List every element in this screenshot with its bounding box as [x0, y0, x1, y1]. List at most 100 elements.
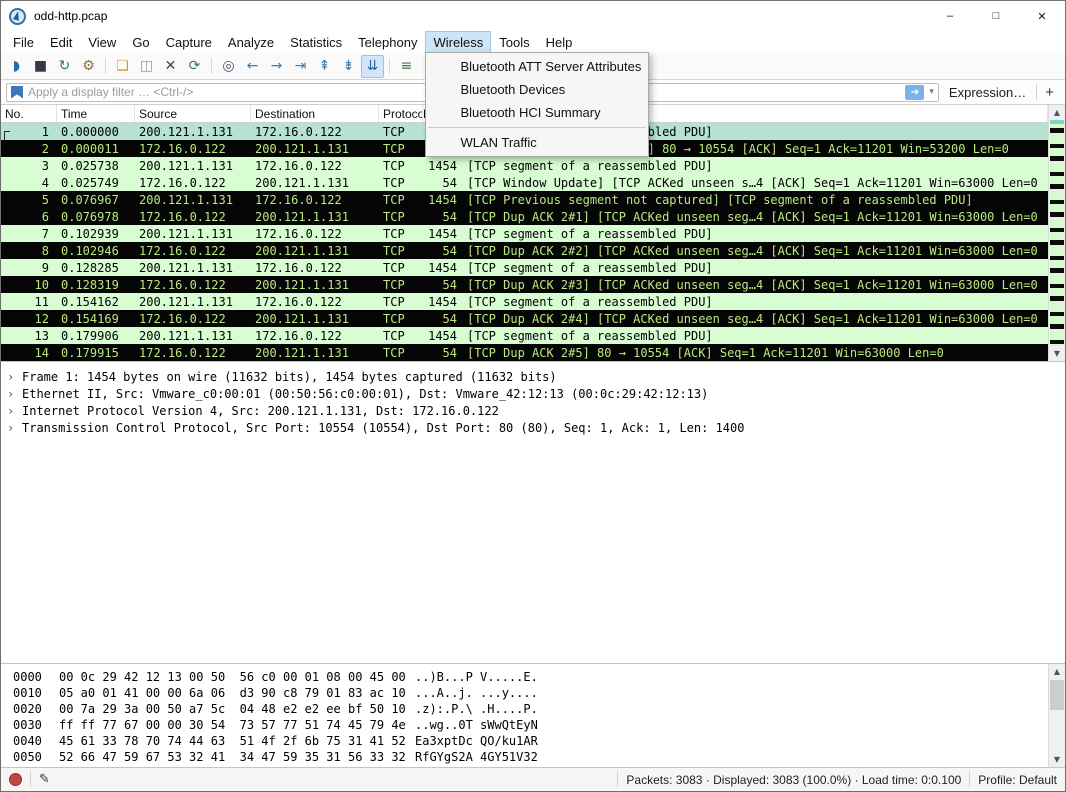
- packet-source: 200.121.1.131: [135, 261, 251, 275]
- hex-row[interactable]: 0000 00 0c 29 42 12 13 00 50 56 c0 00 01…: [1, 669, 1065, 685]
- packet-row[interactable]: 3 0.025738 200.121.1.131 172.16.0.122 TC…: [1, 157, 1048, 174]
- packet-row[interactable]: 13 0.179906 200.121.1.131 172.16.0.122 T…: [1, 327, 1048, 344]
- packet-no: 10: [1, 278, 57, 292]
- hex-ascii: RfGYgS2A 4GY51V32: [415, 750, 538, 764]
- packet-protocol: TCP: [379, 176, 423, 190]
- menu-edit[interactable]: Edit: [42, 31, 80, 53]
- open-file-icon[interactable]: ❏: [111, 55, 134, 78]
- packet-destination: 200.121.1.131: [251, 346, 379, 360]
- menu-wireless[interactable]: Wireless Bluetooth ATT Server Attributes…: [425, 31, 491, 53]
- column-header-destination[interactable]: Destination: [251, 105, 379, 122]
- start-capture-icon[interactable]: ◗: [5, 55, 28, 78]
- packet-row[interactable]: 10 0.128319 172.16.0.122 200.121.1.131 T…: [1, 276, 1048, 293]
- hex-scroll-up-icon[interactable]: ▲: [1049, 664, 1065, 679]
- reload-file-icon[interactable]: ⟳: [183, 55, 206, 78]
- hex-row[interactable]: 0050 52 66 47 59 67 53 32 41 34 47 59 35…: [1, 749, 1065, 765]
- hex-scroll-down-icon[interactable]: ▼: [1049, 752, 1065, 767]
- hex-row[interactable]: 0020 00 7a 29 3a 00 50 a7 5c 04 48 e2 e2…: [1, 701, 1065, 717]
- detail-row[interactable]: › Ethernet II, Src: Vmware_c0:00:01 (00:…: [1, 385, 1065, 402]
- capture-options-icon[interactable]: ⚙: [77, 55, 100, 78]
- auto-scroll-icon[interactable]: ⇊: [361, 55, 384, 78]
- packet-row[interactable]: 4 0.025749 172.16.0.122 200.121.1.131 TC…: [1, 174, 1048, 191]
- packet-no: 3: [1, 159, 57, 173]
- menu-go[interactable]: Go: [124, 31, 157, 53]
- packet-destination: 172.16.0.122: [251, 261, 379, 275]
- packet-length: 54: [423, 346, 463, 360]
- close-button[interactable]: ✕: [1019, 1, 1065, 31]
- packet-time: 0.025738: [57, 159, 135, 173]
- menu-tools[interactable]: Tools: [491, 31, 537, 53]
- intelligent-scrollbar-map[interactable]: [1050, 120, 1064, 346]
- filter-bookmark-icon[interactable]: [11, 86, 23, 99]
- detail-row[interactable]: › Internet Protocol Version 4, Src: 200.…: [1, 402, 1065, 419]
- go-first-packet-icon[interactable]: ⇞: [313, 55, 336, 78]
- packet-row[interactable]: 7 0.102939 200.121.1.131 172.16.0.122 TC…: [1, 225, 1048, 242]
- packet-destination: 172.16.0.122: [251, 159, 379, 173]
- hex-offset: 0050: [13, 750, 59, 764]
- go-last-packet-icon[interactable]: ⇟: [337, 55, 360, 78]
- colorize-packets-icon[interactable]: ≡: [395, 55, 418, 78]
- menu-item-bluetooth-att-server-attributes[interactable]: Bluetooth ATT Server Attributes: [426, 55, 648, 78]
- column-header-protocol[interactable]: Protocol: [379, 105, 423, 122]
- packet-row[interactable]: 9 0.128285 200.121.1.131 172.16.0.122 TC…: [1, 259, 1048, 276]
- expert-info-icon[interactable]: [9, 773, 22, 786]
- go-forward-icon[interactable]: →: [265, 55, 288, 78]
- hex-row[interactable]: 0010 05 a0 01 41 00 00 6a 06 d3 90 c8 79…: [1, 685, 1065, 701]
- hex-row[interactable]: 0040 45 61 33 78 70 74 44 63 51 4f 2f 6b…: [1, 733, 1065, 749]
- filter-dropdown-icon[interactable]: ▾: [929, 87, 934, 97]
- save-file-icon[interactable]: ◫: [135, 55, 158, 78]
- menu-item-wlan-traffic[interactable]: WLAN Traffic: [426, 131, 648, 154]
- profile-text[interactable]: Profile: Default: [978, 773, 1057, 787]
- menu-statistics[interactable]: Statistics: [282, 31, 350, 53]
- column-header-time[interactable]: Time: [57, 105, 135, 122]
- menu-file[interactable]: File: [5, 31, 42, 53]
- detail-row[interactable]: › Transmission Control Protocol, Src Por…: [1, 419, 1065, 436]
- menu-view[interactable]: View: [80, 31, 124, 53]
- expression-button[interactable]: Expression…: [945, 85, 1030, 100]
- apply-filter-icon[interactable]: ➔: [905, 85, 924, 100]
- packet-source: 172.16.0.122: [135, 278, 251, 292]
- packet-row[interactable]: 5 0.076967 200.121.1.131 172.16.0.122 TC…: [1, 191, 1048, 208]
- restart-capture-icon[interactable]: ↻: [53, 55, 76, 78]
- hex-scrollbar[interactable]: ▲ ▼: [1048, 664, 1065, 767]
- hex-scroll-thumb[interactable]: [1050, 680, 1064, 710]
- expand-chevron-icon[interactable]: ›: [7, 421, 22, 435]
- packet-destination: 172.16.0.122: [251, 227, 379, 241]
- menu-bar: File Edit View Go Capture Analyze Statis…: [1, 31, 1065, 53]
- hex-bytes: 45 61 33 78 70 74 44 63 51 4f 2f 6b 75 3…: [59, 734, 415, 748]
- menu-telephony[interactable]: Telephony: [350, 31, 425, 53]
- column-header-no[interactable]: No.: [1, 105, 57, 122]
- scroll-up-icon[interactable]: ▲: [1049, 105, 1065, 120]
- menu-separator: [426, 124, 648, 131]
- scroll-down-icon[interactable]: ▼: [1049, 346, 1065, 361]
- go-back-icon[interactable]: ←: [241, 55, 264, 78]
- menu-capture[interactable]: Capture: [158, 31, 220, 53]
- packet-row[interactable]: 6 0.076978 172.16.0.122 200.121.1.131 TC…: [1, 208, 1048, 225]
- go-to-packet-icon[interactable]: ⇥: [289, 55, 312, 78]
- close-file-icon[interactable]: ✕: [159, 55, 182, 78]
- find-packet-icon[interactable]: ◎: [217, 55, 240, 78]
- packet-row[interactable]: 11 0.154162 200.121.1.131 172.16.0.122 T…: [1, 293, 1048, 310]
- expand-chevron-icon[interactable]: ›: [7, 370, 22, 384]
- stop-capture-icon[interactable]: ■: [29, 55, 52, 78]
- column-header-source[interactable]: Source: [135, 105, 251, 122]
- annotate-pencil-icon[interactable]: ✎: [39, 772, 50, 787]
- minimize-button[interactable]: –: [927, 1, 973, 31]
- toolbar-glyph: ⟳: [189, 59, 201, 73]
- detail-row[interactable]: › Frame 1: 1454 bytes on wire (11632 bit…: [1, 368, 1065, 385]
- packet-time: 0.025749: [57, 176, 135, 190]
- packet-row[interactable]: 8 0.102946 172.16.0.122 200.121.1.131 TC…: [1, 242, 1048, 259]
- packet-destination: 200.121.1.131: [251, 244, 379, 258]
- expand-chevron-icon[interactable]: ›: [7, 404, 22, 418]
- menu-analyze[interactable]: Analyze: [220, 31, 282, 53]
- packet-list-scrollbar[interactable]: ▲ ▼: [1048, 105, 1065, 361]
- add-filter-button[interactable]: +: [1043, 84, 1060, 101]
- packet-row[interactable]: 12 0.154169 172.16.0.122 200.121.1.131 T…: [1, 310, 1048, 327]
- menu-help[interactable]: Help: [538, 31, 581, 53]
- hex-row[interactable]: 0030 ff ff 77 67 00 00 30 54 73 57 77 51…: [1, 717, 1065, 733]
- expand-chevron-icon[interactable]: ›: [7, 387, 22, 401]
- menu-item-bluetooth-hci-summary[interactable]: Bluetooth HCI Summary: [426, 101, 648, 124]
- menu-item-bluetooth-devices[interactable]: Bluetooth Devices: [426, 78, 648, 101]
- maximize-button[interactable]: □: [973, 1, 1019, 31]
- packet-row[interactable]: 14 0.179915 172.16.0.122 200.121.1.131 T…: [1, 344, 1048, 361]
